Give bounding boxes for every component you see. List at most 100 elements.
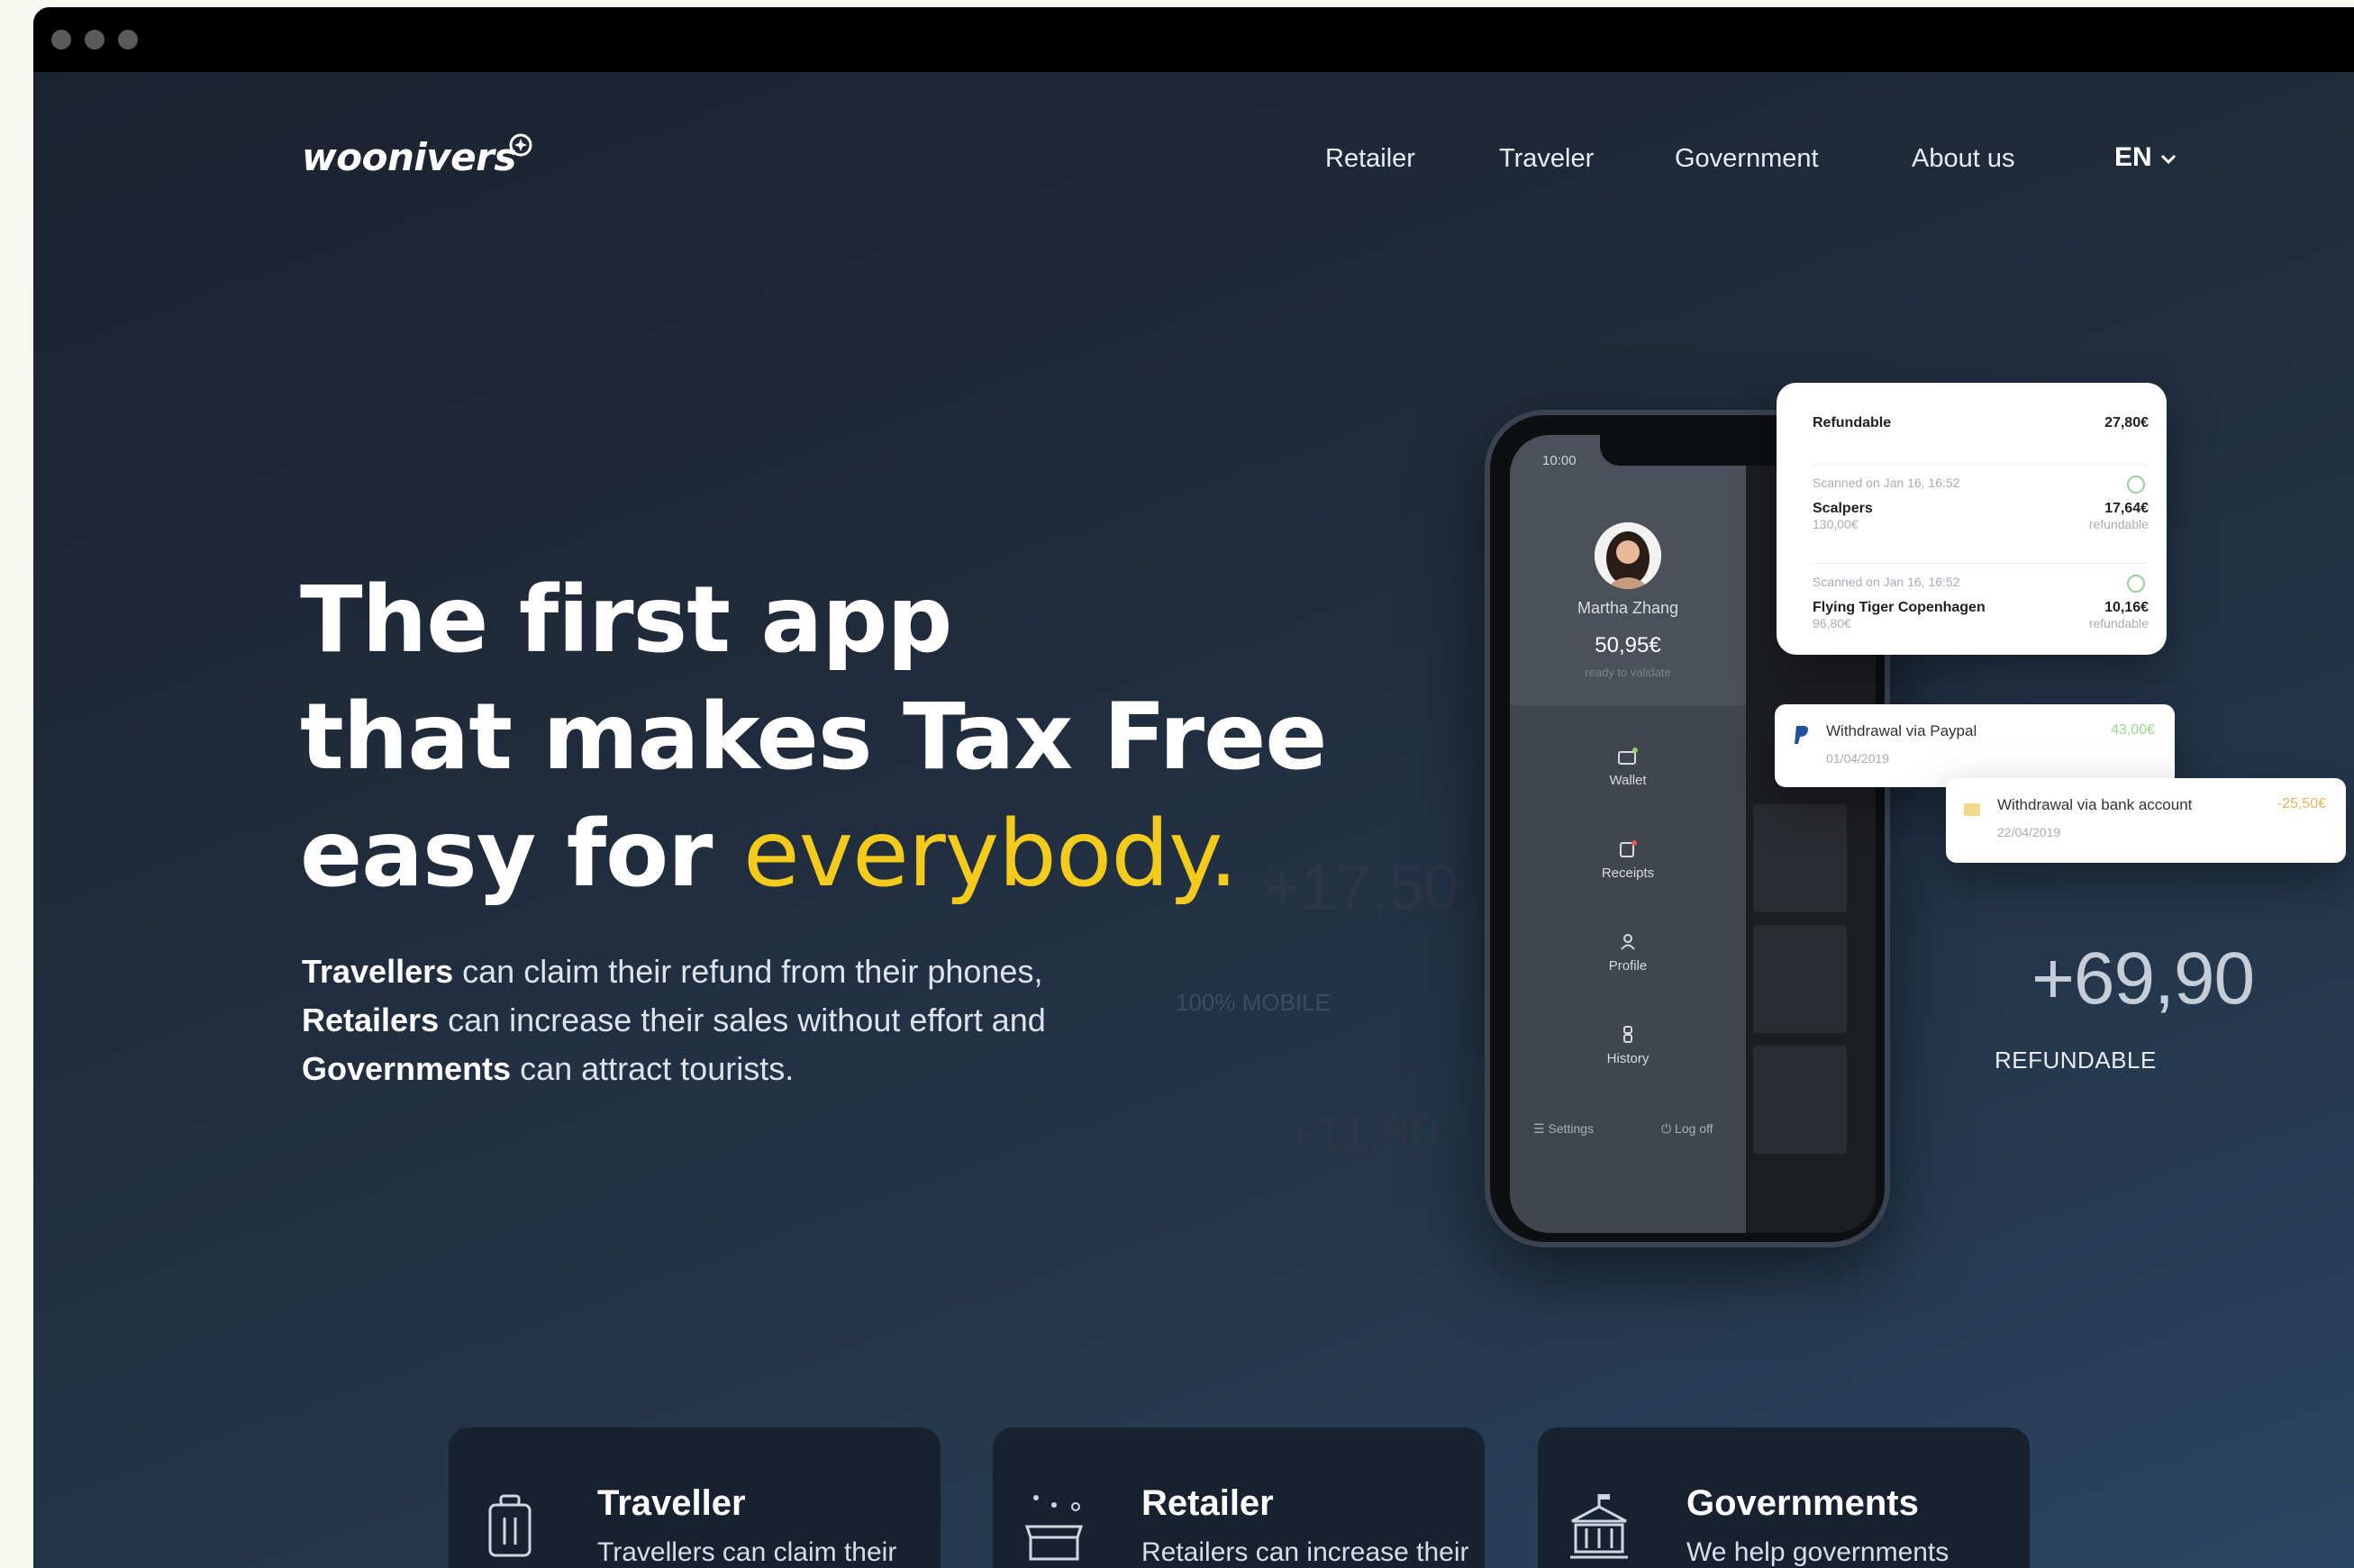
government-building-icon [1570,1494,1628,1559]
withdrawal-date: 01/04/2019 [1826,751,1890,766]
history-icon [1623,1026,1632,1043]
refund-item-scanned: Scanned on Jan 16, 16:52 [1813,476,1960,490]
sub-bold-travellers: Travellers [302,953,454,990]
app-side-menu: Martha Zhang 50,95€ ready to validate Wa… [1510,435,1746,1233]
hero-headline-line2: that makes Tax Free [300,684,1327,791]
balance-note: ready to validate [1585,666,1671,679]
thumbnail [1753,804,1847,912]
refund-item-store: Flying Tiger Copenhagen [1813,600,1986,615]
thumbnail [1753,1046,1847,1154]
refund-item-refund: 17,64€ [2104,501,2149,516]
withdrawal-amount: 43,00€ [2111,722,2155,738]
store-icon [1024,1495,1084,1561]
nav-government[interactable]: Government [1675,144,1819,174]
refund-item[interactable]: Scanned on Jan 16, 16:52 Scalpers 17,64€ … [1813,464,2149,533]
ghost-amount-2: +11,80 [1286,1104,1439,1161]
balance-amount: 50,95€ [1595,633,1661,657]
phone-notch [1600,435,1798,466]
hero-headline-line1: The first app [300,566,952,674]
thumbnail [1753,925,1847,1033]
refund-item[interactable]: Scanned on Jan 16, 16:52 Flying Tiger Co… [1813,563,2149,632]
withdrawal-date: 22/04/2019 [1997,825,2061,839]
menu-settings[interactable]: ☰ Settings [1533,1121,1594,1137]
check-icon [2127,476,2145,494]
refund-item-note: refundable [2088,517,2149,531]
menu-item-history[interactable]: History [1510,1024,1746,1066]
language-selector[interactable]: EN [2114,142,2152,173]
withdrawal-paypal-card[interactable]: Withdrawal via Paypal 01/04/2019 43,00€ [1775,704,2175,787]
withdrawal-amount: -25,50€ [2277,796,2326,811]
hero-subtext-line1: Travellers can claim their refund from t… [302,947,1042,996]
logo[interactable]: woonivers [302,135,516,179]
profile-icon [1621,934,1635,950]
hero-headline-accent: everybody. [743,801,1238,908]
user-name: Martha Zhang [1577,599,1679,617]
nav-traveler[interactable]: Traveler [1499,144,1594,174]
withdrawal-title: Withdrawal via Paypal [1826,722,1977,739]
refundable-header-label: Refundable [1813,415,1892,431]
feature-card-governments[interactable]: Governments We help governments [1538,1428,2030,1568]
nav-retailer[interactable]: Retailer [1325,144,1415,174]
logo-star-icon [509,133,532,157]
chevron-down-icon[interactable] [2159,153,2177,166]
bank-icon [1964,803,1980,816]
wallet-icon [1618,748,1638,765]
user-avatar-icon [1595,522,1661,589]
feature-text: Travellers can claim their [597,1537,897,1567]
app-content-thumbnails [1753,804,1852,1166]
ghost-amount-1: +17,50 [1264,852,1459,922]
window-maximize-dot[interactable] [118,30,138,50]
sub-text-retailers: can increase their sales without effort … [439,1002,1046,1038]
refund-item-scanned: Scanned on Jan 16, 16:52 [1813,575,1960,589]
status-time: 10:00 [1542,453,1577,468]
sub-text-travellers: can claim their refund from their phones… [453,953,1043,990]
avatar[interactable] [1595,522,1661,589]
nav-about-us[interactable]: About us [1912,144,2014,174]
settings-label: Settings [1548,1121,1595,1136]
refundable-header-amount: 27,80€ [2104,415,2149,431]
window-titlebar [33,7,2354,72]
feature-title: Retailer [1141,1483,1274,1523]
refundable-amount: +69,90 [2031,938,2255,1020]
refundable-card: Refundable 27,80€ Scanned on Jan 16, 16:… [1777,383,2167,655]
refund-item-refund: 10,16€ [2104,600,2149,615]
window-close-dot[interactable] [51,30,71,50]
refund-item-store: Scalpers [1813,501,1873,516]
feature-card-traveller[interactable]: Traveller Travellers can claim their [449,1428,941,1568]
check-icon [2127,575,2145,593]
sub-bold-retailers: Retailers [302,1002,440,1038]
hero-subtext-line2: Retailers can increase their sales witho… [302,996,1046,1045]
menu-label-history: History [1606,1051,1650,1066]
hero-subtext-line3: Governments can attract tourists. [302,1045,794,1093]
withdrawal-bank-card[interactable]: Withdrawal via bank account 22/04/2019 -… [1946,778,2346,863]
luggage-icon [488,1494,532,1557]
window-minimize-dot[interactable] [85,30,105,50]
refund-item-note: refundable [2088,616,2149,630]
logoff-label: Log off [1674,1121,1713,1136]
menu-label-wallet: Wallet [1609,773,1647,788]
menu-item-receipts[interactable]: Receipts [1510,838,1746,881]
ghost-label: 100% MOBILE [1176,989,1331,1016]
menu-item-wallet[interactable]: Wallet [1510,746,1746,788]
menu-label-profile: Profile [1608,958,1648,974]
refund-item-price: 96,80€ [1813,616,1851,630]
receipts-icon [1620,840,1637,857]
hero-headline-prefix: easy for [300,801,743,908]
app-profile-panel: Martha Zhang 50,95€ ready to validate [1510,435,1746,705]
refund-item-price: 130,00€ [1813,517,1859,531]
feature-title: Traveller [597,1483,746,1523]
feature-text: We help governments [1686,1537,1950,1567]
menu-label-receipts: Receipts [1601,866,1655,881]
feature-card-retailer[interactable]: Retailer Retailers can increase their [993,1428,1485,1568]
hero-headline-line3: easy for everybody. [300,797,1238,912]
paypal-icon [1795,726,1808,744]
refundable-label: REFUNDABLE [1995,1047,2157,1074]
feature-text: Retailers can increase their [1141,1537,1469,1567]
menu-item-profile[interactable]: Profile [1510,931,1746,974]
withdrawal-title: Withdrawal via bank account [1997,796,2193,813]
sub-text-governments: can attract tourists. [511,1050,795,1087]
feature-title: Governments [1686,1483,1919,1523]
menu-logoff[interactable]: ⏻ Log off [1661,1121,1713,1137]
sub-bold-governments: Governments [302,1050,512,1087]
refundable-header: Refundable 27,80€ [1813,415,2149,431]
